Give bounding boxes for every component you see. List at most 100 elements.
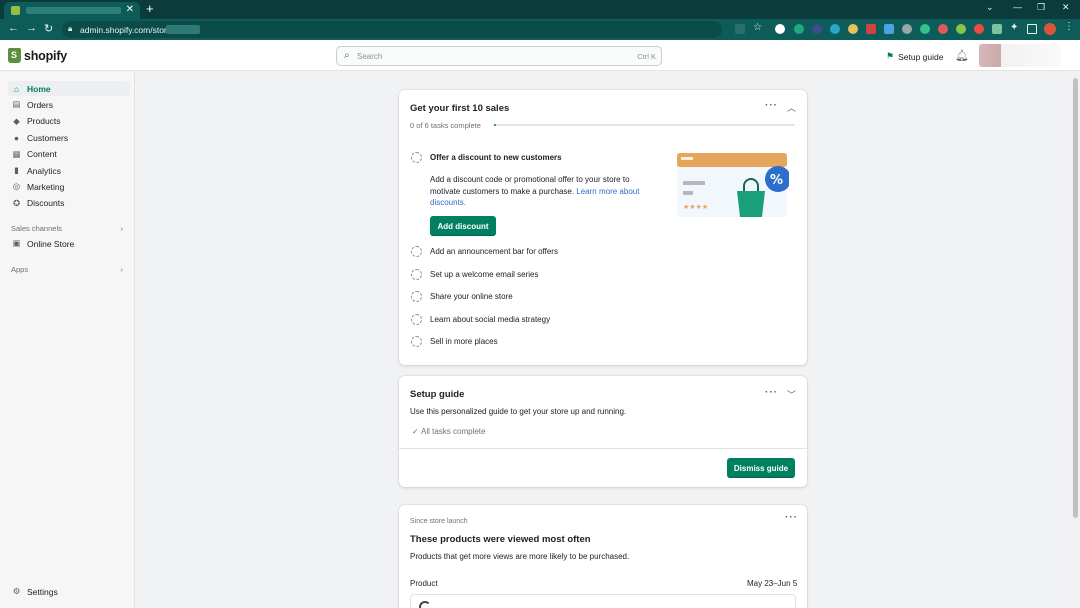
task-label: Add an announcement bar for offers bbox=[430, 247, 558, 256]
sidebar-item-label: Online Store bbox=[27, 238, 75, 249]
tab-search-button[interactable]: ⌄ bbox=[986, 2, 994, 13]
discount-icon: ✪ bbox=[12, 197, 21, 208]
shopify-logo[interactable]: shopify bbox=[8, 48, 67, 63]
gear-icon: ⚙ bbox=[12, 586, 21, 596]
browser-tab[interactable]: ✕ bbox=[4, 2, 140, 19]
extension-icon[interactable] bbox=[920, 24, 930, 34]
profile-avatar[interactable] bbox=[1044, 23, 1056, 35]
extension-icon[interactable] bbox=[902, 24, 912, 34]
extension-icon[interactable] bbox=[992, 24, 1002, 34]
bar-chart-icon: ▮ bbox=[14, 165, 19, 175]
chevron-right-icon: › bbox=[120, 224, 124, 233]
store-icon: ▣ bbox=[12, 238, 21, 248]
account-menu[interactable] bbox=[979, 44, 1061, 67]
back-icon[interactable]: ← bbox=[8, 22, 19, 34]
share-icon[interactable] bbox=[735, 24, 745, 34]
sidebar-item-label: Orders bbox=[27, 99, 53, 110]
task-item[interactable]: Add an announcement bar for offers bbox=[411, 246, 558, 257]
address-bar[interactable]: 🔒︎ admin.shopify.com/store bbox=[62, 21, 722, 38]
side-panel-icon[interactable] bbox=[1027, 24, 1037, 34]
extensions-puzzle-icon[interactable]: ✦ bbox=[1010, 22, 1020, 33]
sidebar-item-label: Products bbox=[27, 116, 61, 127]
target-icon: ◎ bbox=[12, 181, 21, 192]
task-item[interactable]: Learn about social media strategy bbox=[411, 314, 550, 325]
task-item[interactable]: Share your online store bbox=[411, 291, 513, 302]
orders-icon: ▤ bbox=[12, 99, 21, 110]
most-viewed-products-card: Since store launch ··· These products we… bbox=[399, 505, 807, 608]
apps-heading[interactable]: Apps › bbox=[11, 265, 123, 274]
extension-icon[interactable] bbox=[938, 24, 948, 34]
lock-icon: 🔒︎ bbox=[68, 24, 73, 33]
browser-menu-icon[interactable]: ⋮ bbox=[1064, 21, 1074, 32]
sidebar-item-customers[interactable]: ● Customers bbox=[8, 130, 130, 145]
card-title: These products were viewed most often bbox=[410, 534, 591, 545]
svg-text:★★★★: ★★★★ bbox=[683, 203, 708, 211]
extension-icon[interactable] bbox=[848, 24, 858, 34]
task-label: Offer a discount to new customers bbox=[430, 153, 562, 162]
new-tab-button[interactable]: + bbox=[146, 1, 154, 16]
extension-icon[interactable] bbox=[884, 24, 894, 34]
logo-text: shopify bbox=[24, 48, 68, 63]
sidebar-item-online-store[interactable]: ▣ Online Store bbox=[8, 236, 130, 251]
sidebar-item-home[interactable]: ⌂ Home bbox=[8, 81, 130, 96]
sales-channels-heading[interactable]: Sales channels › bbox=[11, 224, 123, 233]
chevron-up-icon[interactable]: ︿ bbox=[787, 101, 796, 114]
search-input[interactable]: ⌕ Search Ctrl K bbox=[336, 46, 662, 66]
status-text: All tasks complete bbox=[421, 427, 486, 436]
task-label: Share your online store bbox=[430, 292, 513, 301]
more-actions-icon[interactable]: ··· bbox=[785, 512, 798, 523]
column-header-product: Product bbox=[410, 579, 438, 588]
extension-icon[interactable] bbox=[830, 24, 840, 34]
chevron-down-icon[interactable]: ﹀ bbox=[787, 388, 796, 401]
more-actions-icon[interactable]: ··· bbox=[765, 387, 778, 398]
extension-icon[interactable] bbox=[775, 24, 785, 34]
task-item[interactable]: Sell in more places bbox=[411, 336, 498, 347]
browser-tab-strip: ✕ + ⌄ — ❐ ✕ bbox=[0, 0, 1080, 19]
task-item-expanded[interactable]: Offer a discount to new customers bbox=[411, 152, 562, 163]
close-window-button[interactable]: ✕ bbox=[1062, 2, 1070, 13]
progress-fill bbox=[494, 124, 496, 126]
dismiss-guide-button[interactable]: Dismiss guide bbox=[727, 458, 795, 478]
add-discount-button[interactable]: Add discount bbox=[430, 216, 496, 236]
divider bbox=[399, 448, 807, 449]
star-icon[interactable]: ☆ bbox=[753, 22, 763, 33]
scrollbar-thumb[interactable] bbox=[1073, 78, 1078, 518]
sidebar-item-orders[interactable]: ▤ Orders bbox=[8, 97, 130, 112]
sidebar-item-products[interactable]: ◆ Products bbox=[8, 114, 130, 129]
person-icon: ● bbox=[13, 132, 20, 143]
scrollbar[interactable] bbox=[1071, 72, 1080, 608]
setup-guide-link[interactable]: ⚑ Setup guide bbox=[886, 51, 943, 62]
tag-icon: ◆ bbox=[13, 115, 20, 126]
sidebar-item-discounts[interactable]: ✪ Discounts bbox=[8, 196, 130, 211]
sidebar-item-analytics[interactable]: ▮ Analytics bbox=[8, 163, 130, 178]
table-row[interactable] bbox=[410, 594, 796, 608]
task-label: Set up a welcome email series bbox=[430, 270, 539, 279]
sidebar-item-content[interactable]: ▦ Content bbox=[8, 147, 130, 162]
content-icon: ▦ bbox=[12, 148, 21, 159]
extension-icon[interactable] bbox=[866, 24, 876, 34]
svg-text:%: % bbox=[770, 173, 783, 188]
extension-icon[interactable] bbox=[812, 24, 822, 34]
extension-icon[interactable] bbox=[794, 24, 804, 34]
card-subtitle: Products that get more views are more li… bbox=[410, 552, 630, 561]
sidebar-item-marketing[interactable]: ◎ Marketing bbox=[8, 179, 130, 194]
url-text: admin.shopify.com/store bbox=[80, 25, 172, 35]
sidebar-item-label: Home bbox=[27, 83, 51, 94]
bell-icon[interactable]: 🔔︎ bbox=[955, 49, 969, 62]
setup-guide-label: Setup guide bbox=[898, 51, 944, 62]
sidebar-item-label: Customers bbox=[27, 132, 69, 143]
flag-icon: ⚑ bbox=[886, 51, 895, 61]
reload-icon[interactable]: ↻ bbox=[44, 22, 53, 35]
task-item[interactable]: Set up a welcome email series bbox=[411, 269, 539, 280]
extension-icon[interactable] bbox=[956, 24, 966, 34]
extension-icon[interactable] bbox=[974, 24, 984, 34]
card-eyebrow: Since store launch bbox=[410, 518, 468, 525]
search-shortcut: Ctrl K bbox=[637, 52, 656, 61]
restore-button[interactable]: ❐ bbox=[1037, 2, 1045, 13]
forward-icon[interactable]: → bbox=[26, 22, 37, 34]
tab-close-button[interactable]: ✕ bbox=[126, 4, 134, 15]
sidebar-item-settings[interactable]: ⚙ Settings bbox=[8, 584, 130, 599]
more-actions-icon[interactable]: ··· bbox=[765, 100, 778, 111]
check-icon: ✓ bbox=[412, 427, 419, 436]
minimize-button[interactable]: — bbox=[1013, 2, 1022, 12]
